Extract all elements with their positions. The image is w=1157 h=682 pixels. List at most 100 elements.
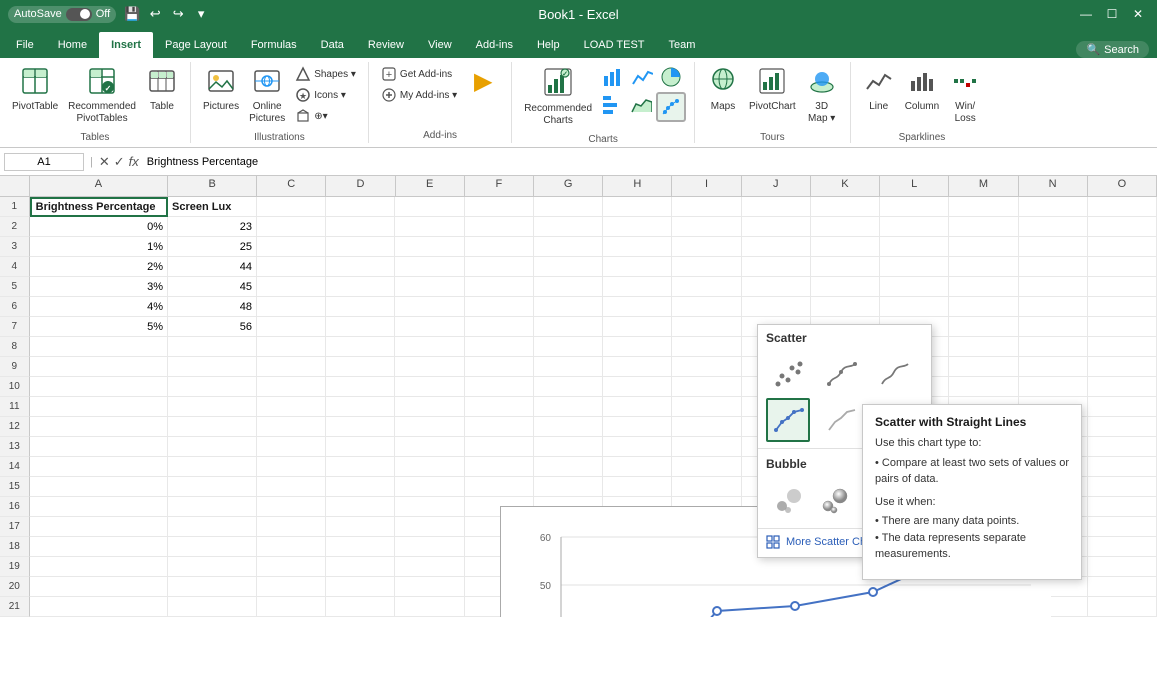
cell-d9[interactable] <box>326 357 395 377</box>
cell-k3[interactable] <box>811 237 880 257</box>
area-chart-button[interactable] <box>627 92 655 122</box>
my-addins-button[interactable]: My Add-ins ▾ <box>377 85 461 105</box>
cell-f15[interactable] <box>465 477 534 497</box>
cell-l2[interactable] <box>880 217 949 237</box>
close-button[interactable]: ✕ <box>1127 3 1149 25</box>
col-header-l[interactable]: L <box>880 176 949 196</box>
cell-a2[interactable]: 0% <box>30 217 168 237</box>
cell-d8[interactable] <box>326 337 395 357</box>
tab-file[interactable]: File <box>4 32 46 58</box>
table-button[interactable]: Table <box>142 64 182 116</box>
cell-m9[interactable] <box>949 357 1018 377</box>
cell-h14[interactable] <box>603 457 672 477</box>
cell-o20[interactable] <box>1088 577 1157 597</box>
tab-page-layout[interactable]: Page Layout <box>153 32 239 58</box>
cell-d5[interactable] <box>326 277 395 297</box>
cell-c5[interactable] <box>257 277 326 297</box>
cell-d2[interactable] <box>326 217 395 237</box>
cell-e10[interactable] <box>395 377 464 397</box>
cell-k6[interactable] <box>811 297 880 317</box>
cell-c18[interactable] <box>257 537 326 557</box>
cell-o15[interactable] <box>1088 477 1157 497</box>
cell-o21[interactable] <box>1088 597 1157 617</box>
bar-chart-button[interactable] <box>598 92 626 122</box>
tab-formulas[interactable]: Formulas <box>239 32 309 58</box>
cell-g15[interactable] <box>534 477 603 497</box>
line-sparkline-button[interactable]: Line <box>859 64 899 116</box>
cell-b14[interactable] <box>168 457 257 477</box>
cell-o10[interactable] <box>1088 377 1157 397</box>
cell-g10[interactable] <box>534 377 603 397</box>
cell-g12[interactable] <box>534 417 603 437</box>
scatter-smooth-lines-option[interactable] <box>819 352 863 396</box>
cell-f2[interactable] <box>465 217 534 237</box>
cell-e21[interactable] <box>395 597 464 617</box>
cell-o18[interactable] <box>1088 537 1157 557</box>
cell-c19[interactable] <box>257 557 326 577</box>
cell-i11[interactable] <box>672 397 741 417</box>
tab-data[interactable]: Data <box>309 32 356 58</box>
pictures-button[interactable]: Pictures <box>199 64 243 116</box>
autosave-toggle[interactable]: AutoSave Off <box>8 6 116 23</box>
cell-b2[interactable]: 23 <box>168 217 257 237</box>
cell-f12[interactable] <box>465 417 534 437</box>
cell-n5[interactable] <box>1019 277 1088 297</box>
cell-d16[interactable] <box>326 497 395 517</box>
cell-a1[interactable]: Brightness Percentage <box>30 197 168 217</box>
cell-d4[interactable] <box>326 257 395 277</box>
pivot-chart-button[interactable]: PivotChart <box>745 64 800 116</box>
cell-d19[interactable] <box>326 557 395 577</box>
cell-a11[interactable] <box>30 397 168 417</box>
cell-c9[interactable] <box>257 357 326 377</box>
win-loss-sparkline-button[interactable]: Win/Loss <box>945 64 985 128</box>
cell-h3[interactable] <box>603 237 672 257</box>
3d-map-button[interactable]: 3DMap ▾ <box>802 64 842 128</box>
cell-d10[interactable] <box>326 377 395 397</box>
cell-i6[interactable] <box>672 297 741 317</box>
cell-o8[interactable] <box>1088 337 1157 357</box>
get-addins-button[interactable]: + Get Add-ins <box>377 64 461 84</box>
cell-b18[interactable] <box>168 537 257 557</box>
cell-c13[interactable] <box>257 437 326 457</box>
cell-i7[interactable] <box>672 317 741 337</box>
cell-g11[interactable] <box>534 397 603 417</box>
column-chart-button[interactable] <box>599 64 627 90</box>
cell-g6[interactable] <box>534 297 603 317</box>
cell-i8[interactable] <box>672 337 741 357</box>
cell-b4[interactable]: 44 <box>168 257 257 277</box>
cell-o12[interactable] <box>1088 417 1157 437</box>
pivot-table-button[interactable]: PivotTable <box>8 64 62 116</box>
cell-h11[interactable] <box>603 397 672 417</box>
3d-models-button[interactable]: ⊕▾ <box>291 106 360 126</box>
cell-f3[interactable] <box>465 237 534 257</box>
cell-a19[interactable] <box>30 557 168 577</box>
cell-o16[interactable] <box>1088 497 1157 517</box>
bubble-option[interactable] <box>766 478 810 522</box>
cell-o7[interactable] <box>1088 317 1157 337</box>
cell-e5[interactable] <box>395 277 464 297</box>
cell-f4[interactable] <box>465 257 534 277</box>
cell-k5[interactable] <box>811 277 880 297</box>
cancel-formula-icon[interactable]: ✕ <box>99 154 110 170</box>
cell-a21[interactable] <box>30 597 168 617</box>
cell-b16[interactable] <box>168 497 257 517</box>
cell-d12[interactable] <box>326 417 395 437</box>
scatter-straight-lines-option[interactable] <box>766 398 810 442</box>
customize-qa-button[interactable]: ▾ <box>191 4 211 24</box>
cell-d20[interactable] <box>326 577 395 597</box>
cell-e20[interactable] <box>395 577 464 597</box>
cell-b9[interactable] <box>168 357 257 377</box>
cell-n9[interactable] <box>1019 357 1088 377</box>
cell-g8[interactable] <box>534 337 603 357</box>
cell-n7[interactable] <box>1019 317 1088 337</box>
cell-b6[interactable]: 48 <box>168 297 257 317</box>
cell-l1[interactable] <box>880 197 949 217</box>
cell-m1[interactable] <box>949 197 1018 217</box>
cell-j4[interactable] <box>742 257 811 277</box>
redo-button[interactable]: ↪ <box>168 4 188 24</box>
cell-a12[interactable] <box>30 417 168 437</box>
cell-d1[interactable] <box>326 197 395 217</box>
cell-n6[interactable] <box>1019 297 1088 317</box>
cell-g2[interactable] <box>534 217 603 237</box>
cell-m2[interactable] <box>949 217 1018 237</box>
